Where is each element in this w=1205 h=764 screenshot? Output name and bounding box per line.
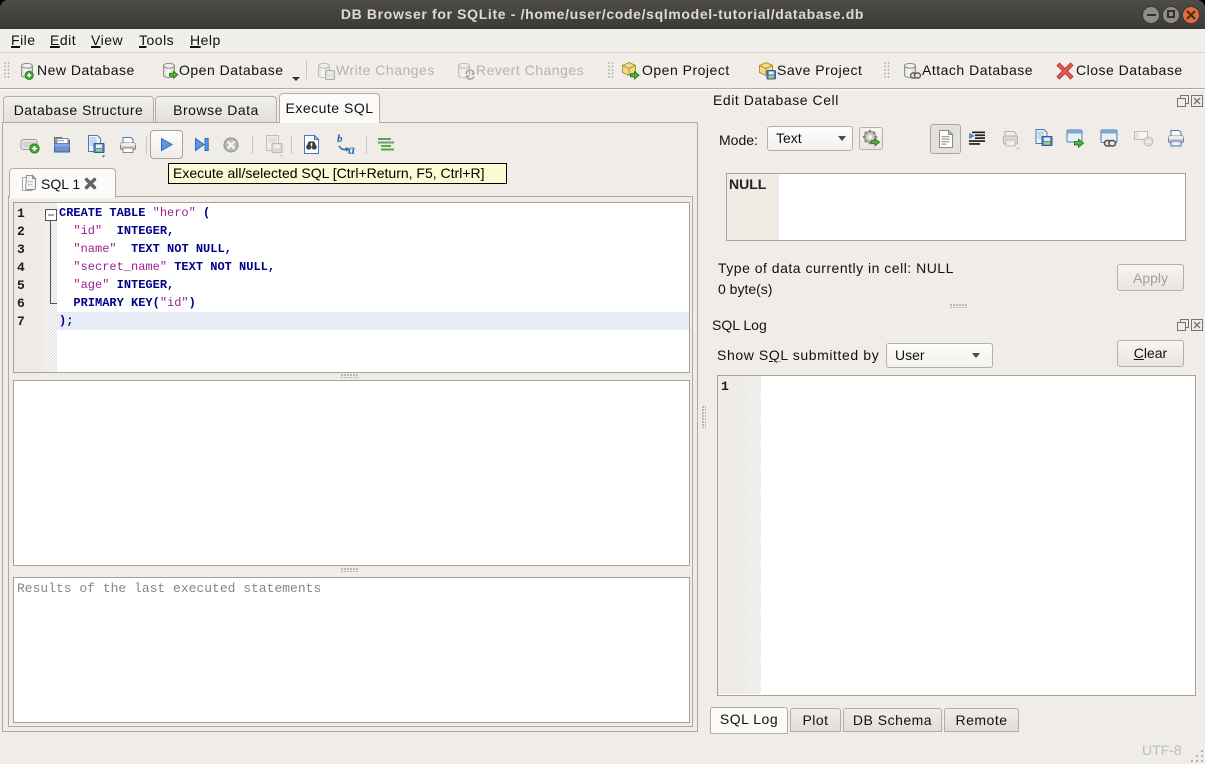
svg-text:a: a [348,143,355,156]
svg-text:b: b [337,133,343,145]
